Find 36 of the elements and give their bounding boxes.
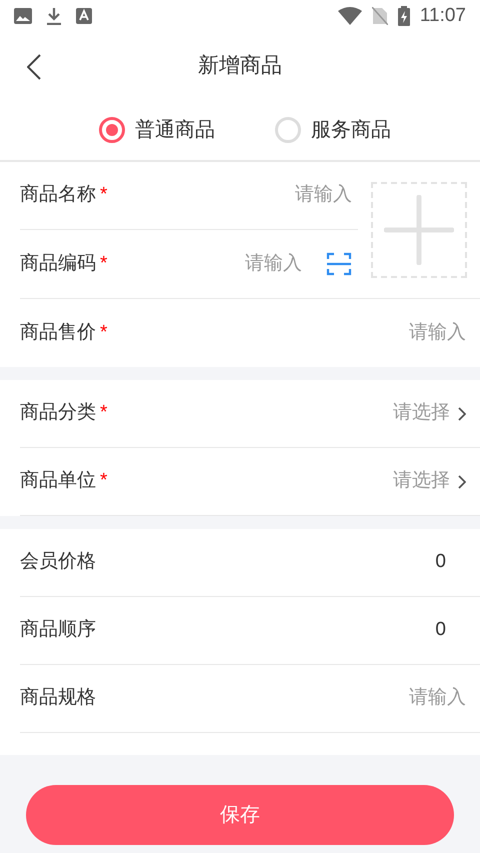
chevron-right-icon bbox=[458, 474, 466, 488]
wifi-icon bbox=[338, 7, 362, 25]
scan-icon[interactable] bbox=[326, 251, 352, 277]
field-label: 商品规格 bbox=[20, 686, 96, 710]
required-mark: * bbox=[100, 401, 108, 426]
font-icon bbox=[76, 8, 92, 24]
radio-icon bbox=[99, 117, 125, 143]
field-label: 商品售价 bbox=[20, 320, 96, 345]
field-label: 商品单位 bbox=[20, 469, 96, 494]
radio-option[interactable]: 服务商品 bbox=[275, 115, 391, 145]
required-mark: * bbox=[100, 183, 108, 208]
image-icon bbox=[14, 8, 32, 24]
download-icon bbox=[46, 7, 62, 25]
field-value[interactable]: 0 bbox=[435, 616, 446, 645]
required-mark: * bbox=[100, 252, 108, 276]
required-mark: * bbox=[100, 320, 108, 345]
page-title: 新增商品 bbox=[198, 53, 282, 80]
battery-icon bbox=[398, 6, 410, 26]
field-label: 会员价格 bbox=[20, 550, 96, 574]
back-icon bbox=[27, 54, 41, 80]
radio-option[interactable]: 普通商品 bbox=[99, 115, 215, 145]
status-time: 11:07 bbox=[420, 4, 466, 28]
text-input[interactable]: 请输入 bbox=[192, 181, 352, 210]
no-sim-icon bbox=[372, 7, 388, 25]
field-label: 商品顺序 bbox=[20, 618, 96, 642]
field-value[interactable]: 0 bbox=[435, 548, 446, 577]
text-input[interactable]: 请输入 bbox=[202, 250, 302, 278]
plus-icon bbox=[384, 195, 454, 265]
text-input[interactable]: 请输入 bbox=[306, 684, 466, 713]
field-label: 商品编码 bbox=[20, 252, 96, 276]
required-mark: * bbox=[100, 469, 108, 494]
field-label: 商品分类 bbox=[20, 401, 96, 426]
chevron-right-icon bbox=[458, 406, 466, 420]
radio-icon bbox=[275, 117, 301, 143]
field-label: 商品名称 bbox=[20, 183, 96, 208]
text-input[interactable]: 请输入 bbox=[306, 318, 466, 348]
